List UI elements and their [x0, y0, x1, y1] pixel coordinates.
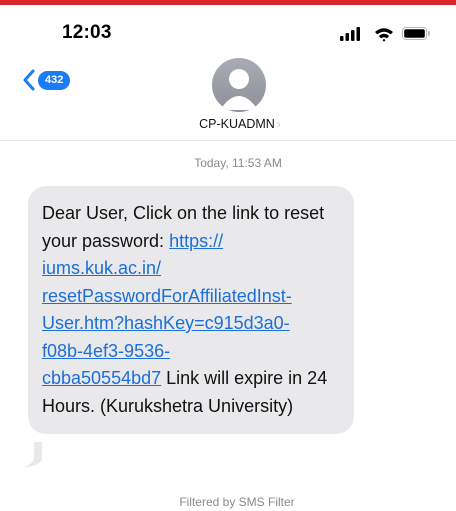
back-button[interactable]: 432	[22, 69, 71, 91]
battery-icon	[402, 27, 430, 40]
bubble-tail	[24, 442, 42, 467]
person-icon	[220, 69, 258, 110]
link-part-4: User.htm?hashKey=c915d3a0-	[42, 313, 290, 333]
link-part-1: https://	[169, 230, 224, 251]
contact-avatar[interactable]	[212, 58, 266, 112]
timestamp-date: Today,	[194, 156, 229, 170]
header-divider	[0, 140, 456, 141]
sms-filter-note: Filtered by SMS Filter	[179, 495, 295, 509]
status-icons	[340, 27, 430, 42]
status-time: 12:03	[62, 22, 112, 43]
message-timestamp: Today, 11:53 AM	[0, 156, 456, 170]
status-bar: 12:03	[0, 5, 456, 55]
wifi-icon	[375, 28, 393, 42]
link-part-5: f08b-4ef3-9536-	[42, 340, 171, 361]
link-part-3: resetPasswordForAffiliatedInst-	[42, 285, 292, 306]
link-part-2: iums.kuk.ac.in/	[42, 258, 162, 278]
message-bubble[interactable]: Dear User, Click on the link to reset yo…	[28, 186, 354, 434]
signal-bars-icon	[340, 27, 360, 41]
chevron-right-icon: ›	[276, 117, 281, 131]
chevron-left-icon	[23, 69, 35, 91]
timestamp-time: 11:53 AM	[232, 156, 282, 170]
link-part-6: cbba50554bd7	[42, 368, 162, 388]
reset-password-link[interactable]: https:// iums.kuk.ac.in/resetPasswordForA…	[42, 231, 292, 389]
contact-name-button[interactable]: CP-KUADMN ›	[0, 117, 456, 131]
unread-count-badge: 432	[38, 70, 71, 90]
contact-name: CP-KUADMN	[199, 117, 275, 131]
messages-screen: 12:03 432 CP-KUADMN › Today, 11:53 AM De…	[0, 0, 456, 511]
conversation-header: 432 CP-KUADMN ›	[0, 55, 456, 140]
